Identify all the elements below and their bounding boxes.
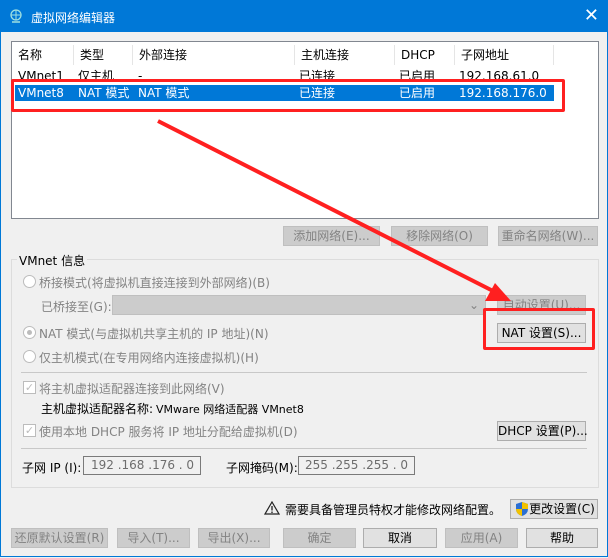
bridged-radio[interactable] <box>23 275 36 288</box>
warning-icon <box>264 501 280 515</box>
ok-button[interactable]: 确定 <box>283 528 356 548</box>
table-row-selected[interactable]: VMnet8 NAT 模式 NAT 模式 已连接 已启用 192.168.176… <box>15 85 554 101</box>
add-network-button[interactable]: 添加网络(E)... <box>283 226 380 246</box>
title-bar: 虚拟网络编辑器 ✕ <box>1 1 608 32</box>
use-dhcp-label: 使用本地 DHCP 服务将 IP 地址分配给虚拟机(D) <box>39 425 298 439</box>
help-button[interactable]: 帮助 <box>526 528 598 548</box>
column-header-type[interactable]: 类型 <box>74 45 133 65</box>
bridged-to-select[interactable]: ⌄ <box>112 295 486 315</box>
cell-name: VMnet1 <box>18 69 64 83</box>
bridged-label: 桥接模式(将虚拟机直接连接到外部网络)(B) <box>39 276 270 290</box>
column-header-name[interactable]: 名称 <box>12 45 74 65</box>
vmnet-info-label: VMnet 信息 <box>17 252 88 269</box>
export-button[interactable]: 导出(X)... <box>198 528 270 548</box>
cell-external: NAT 模式 <box>138 86 190 100</box>
divider <box>21 448 587 449</box>
apply-button[interactable]: 应用(A) <box>445 528 518 548</box>
connect-adapter-checkbox[interactable]: ✓ <box>23 381 36 394</box>
chevron-down-icon: ⌄ <box>468 298 479 312</box>
use-dhcp-checkbox[interactable]: ✓ <box>23 424 36 437</box>
cell-type: NAT 模式 <box>78 86 130 100</box>
connect-adapter-label: 将主机虚拟适配器连接到此网络(V) <box>39 382 225 396</box>
virtual-network-editor-window: 虚拟网络编辑器 ✕ 名称 类型 外部连接 主机连接 DHCP 子网地址 VMne… <box>0 0 608 557</box>
shield-icon <box>516 502 528 516</box>
column-header-external[interactable]: 外部连接 <box>133 45 295 65</box>
subnet-ip-input[interactable]: 192 .168 .176 . 0 <box>83 456 201 475</box>
cell-external: - <box>138 69 143 83</box>
bridged-to-label: 已桥接至(G): <box>41 300 112 314</box>
cell-dhcp: 已启用 <box>399 69 436 83</box>
vmnet-info-group <box>11 259 599 488</box>
adapter-name-value: VMware 网络适配器 VMnet8 <box>156 403 304 416</box>
close-button[interactable]: ✕ <box>584 5 599 26</box>
network-list[interactable]: 名称 类型 外部连接 主机连接 DHCP 子网地址 VMnet1 仅主机 - 已… <box>11 41 599 219</box>
import-button[interactable]: 导入(T)... <box>117 528 190 548</box>
adapter-name-label: 主机虚拟适配器名称: <box>41 402 154 416</box>
restore-defaults-button[interactable]: 还原默认设置(R) <box>11 528 108 548</box>
divider <box>21 372 587 373</box>
table-row[interactable]: VMnet1 仅主机 - 已连接 已启用 192.168.61.0 <box>15 68 554 84</box>
cell-host: 已连接 <box>299 86 336 100</box>
auto-settings-button[interactable]: 自动设置(U)... <box>497 295 586 315</box>
window-title: 虚拟网络编辑器 <box>31 11 116 25</box>
host-only-label: 仅主机模式(在专用网络内连接虚拟机)(H) <box>39 351 259 365</box>
host-only-radio[interactable] <box>23 350 36 363</box>
cell-subnet: 192.168.176.0 <box>459 86 547 100</box>
subnet-mask-label: 子网掩码(M): <box>226 461 298 475</box>
dhcp-settings-button[interactable]: DHCP 设置(P)... <box>497 421 588 441</box>
cancel-button[interactable]: 取消 <box>363 528 437 548</box>
cell-dhcp: 已启用 <box>399 86 436 100</box>
subnet-mask-input[interactable]: 255 .255 .255 . 0 <box>298 456 415 475</box>
cell-subnet: 192.168.61.0 <box>459 69 540 83</box>
rename-network-button[interactable]: 重命名网络(W)... <box>498 226 598 246</box>
cell-host: 已连接 <box>299 69 336 83</box>
globe-icon <box>10 9 22 23</box>
cell-name: VMnet8 <box>18 86 64 100</box>
nat-label: NAT 模式(与虚拟机共享主机的 IP 地址)(N) <box>39 327 269 341</box>
admin-warning-text: 需要具备管理员特权才能修改网络配置。 <box>285 503 502 517</box>
column-header-subnet[interactable]: 子网地址 <box>455 45 554 65</box>
cell-type: 仅主机 <box>78 69 115 83</box>
change-settings-button[interactable]: 更改设置(C) <box>510 499 598 519</box>
column-header-host[interactable]: 主机连接 <box>295 45 395 65</box>
nat-settings-button[interactable]: NAT 设置(S)... <box>497 323 586 343</box>
remove-network-button[interactable]: 移除网络(O) <box>391 226 488 246</box>
nat-radio[interactable] <box>23 326 36 339</box>
column-header-dhcp[interactable]: DHCP <box>395 45 455 65</box>
change-settings-label: 更改设置(C) <box>529 502 595 516</box>
subnet-ip-label: 子网 IP (I): <box>22 461 82 475</box>
